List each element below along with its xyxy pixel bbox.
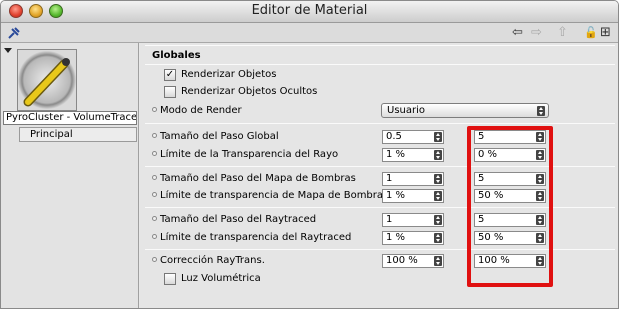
volumetric-light-label: Luz Volumétrica <box>181 273 261 284</box>
title-bar[interactable]: Editor de Material <box>1 1 618 23</box>
ray-transparency-limit-row: Límite de la Transparencia del Rayo <box>152 148 338 162</box>
object-name-field[interactable]: PyroCluster - VolumeTracer <box>3 111 137 125</box>
animation-dot-icon[interactable] <box>152 133 157 138</box>
new-window-icon[interactable]: ⊞ <box>600 25 611 40</box>
raytrans-correction-row: Corrección RayTrans. <box>152 254 265 268</box>
field-value: 1 % <box>386 149 406 160</box>
animation-dot-icon[interactable] <box>152 216 157 221</box>
animation-dot-icon[interactable] <box>152 107 157 112</box>
stepper-arrows-icon[interactable] <box>434 191 442 201</box>
volumetric-light-checkbox[interactable] <box>164 273 176 285</box>
raytraced-step-size-input[interactable]: 1 <box>382 213 444 227</box>
render-hidden-objects-checkbox[interactable] <box>164 86 176 98</box>
divider <box>145 45 615 46</box>
ray-transparency-limit-input[interactable]: 1 % <box>382 148 444 162</box>
raytraced-transparency-limit-label: Límite de transparencia del Raytraced <box>160 232 352 243</box>
render-hidden-objects-label: Renderizar Objetos Ocultos <box>181 86 318 97</box>
global-step-size-label: Tamaño del Paso Global <box>160 131 279 142</box>
field-value: 1 % <box>386 232 406 243</box>
field-value: 0.5 <box>386 131 402 142</box>
raytraced-step-size-label: Tamaño del Paso del Raytraced <box>160 214 317 225</box>
stepper-arrows-icon[interactable] <box>434 150 442 160</box>
raytraced-step-size-row: Tamaño del Paso del Raytraced <box>152 213 316 227</box>
ray-transparency-limit-label: Límite de la Transparencia del Rayo <box>160 149 339 160</box>
dropdown-arrows-icon <box>537 106 545 116</box>
render-mode-row: Modo de Render <box>152 104 242 118</box>
left-panel: PyroCluster - VolumeTracer Principal <box>1 43 139 308</box>
section-title: Globales <box>152 50 201 61</box>
raytraced-transparency-limit-row: Límite de transparencia del Raytraced <box>152 231 351 245</box>
collapse-triangle-icon[interactable] <box>4 48 12 54</box>
global-step-size-row: Tamaño del Paso Global <box>152 130 279 144</box>
pyrocluster-icon <box>23 58 70 107</box>
render-objects-label: Renderizar Objetos <box>181 69 277 80</box>
raytrans-correction-label: Corrección RayTrans. <box>160 255 265 266</box>
field-value: 1 <box>386 173 393 184</box>
material-editor-window: Editor de Material ⇦ ⇨ ⇧ 🔓 ⊞ PyroCluster… <box>0 0 619 309</box>
stepper-arrows-icon[interactable] <box>434 174 442 184</box>
shadowmap-transparency-limit-label: Límite de transparencia de Mapa de Bombr… <box>160 190 389 201</box>
field-value: 1 <box>386 214 393 225</box>
toolbar: ⇦ ⇨ ⇧ 🔓 ⊞ <box>1 23 618 43</box>
material-preview-thumbnail[interactable] <box>17 49 77 111</box>
render-mode-label: Modo de Render <box>160 105 242 116</box>
animation-dot-icon[interactable] <box>152 257 157 262</box>
shadowmap-transparency-limit-row: Límite de transparencia de Mapa de Bombr… <box>152 189 388 203</box>
animation-dot-icon[interactable] <box>152 175 157 180</box>
render-mode-dropdown[interactable]: Usuario <box>381 103 549 118</box>
animation-dot-icon[interactable] <box>152 192 157 197</box>
stepper-arrows-icon[interactable] <box>434 132 442 142</box>
render-mode-value: Usuario <box>387 105 426 116</box>
stepper-arrows-icon[interactable] <box>434 233 442 243</box>
animation-dot-icon[interactable] <box>152 151 157 156</box>
tab-principal[interactable]: Principal <box>19 127 137 142</box>
lock-icon[interactable]: 🔓 <box>584 25 598 40</box>
raytraced-transparency-limit-input[interactable]: 1 % <box>382 231 444 245</box>
window-title: Editor de Material <box>251 3 368 18</box>
back-arrow-icon[interactable]: ⇦ <box>512 25 523 40</box>
divider <box>145 64 615 65</box>
shadowmap-step-size-label: Tamaño del Paso del Mapa de Bombras <box>160 173 356 184</box>
divider <box>145 123 615 124</box>
field-value: 1 % <box>386 190 406 201</box>
shadowmap-step-size-input[interactable]: 1 <box>382 172 444 186</box>
pin-icon[interactable] <box>7 26 21 40</box>
shadowmap-transparency-limit-input[interactable]: 1 % <box>382 189 444 203</box>
stepper-arrows-icon[interactable] <box>434 256 442 266</box>
raytrans-correction-input[interactable]: 100 % <box>382 254 444 268</box>
field-value: 100 % <box>386 255 418 266</box>
forward-arrow-icon[interactable]: ⇨ <box>531 25 542 40</box>
shadowmap-step-size-row: Tamaño del Paso del Mapa de Bombras <box>152 172 356 186</box>
up-arrow-icon[interactable]: ⇧ <box>557 25 568 40</box>
red-highlight-box <box>467 126 553 287</box>
settings-panel: Globales ✓ Renderizar Objetos Renderizar… <box>140 43 618 308</box>
render-objects-checkbox[interactable]: ✓ <box>164 69 176 81</box>
global-step-size-input[interactable]: 0.5 <box>382 130 444 144</box>
stepper-arrows-icon[interactable] <box>434 215 442 225</box>
animation-dot-icon[interactable] <box>152 234 157 239</box>
